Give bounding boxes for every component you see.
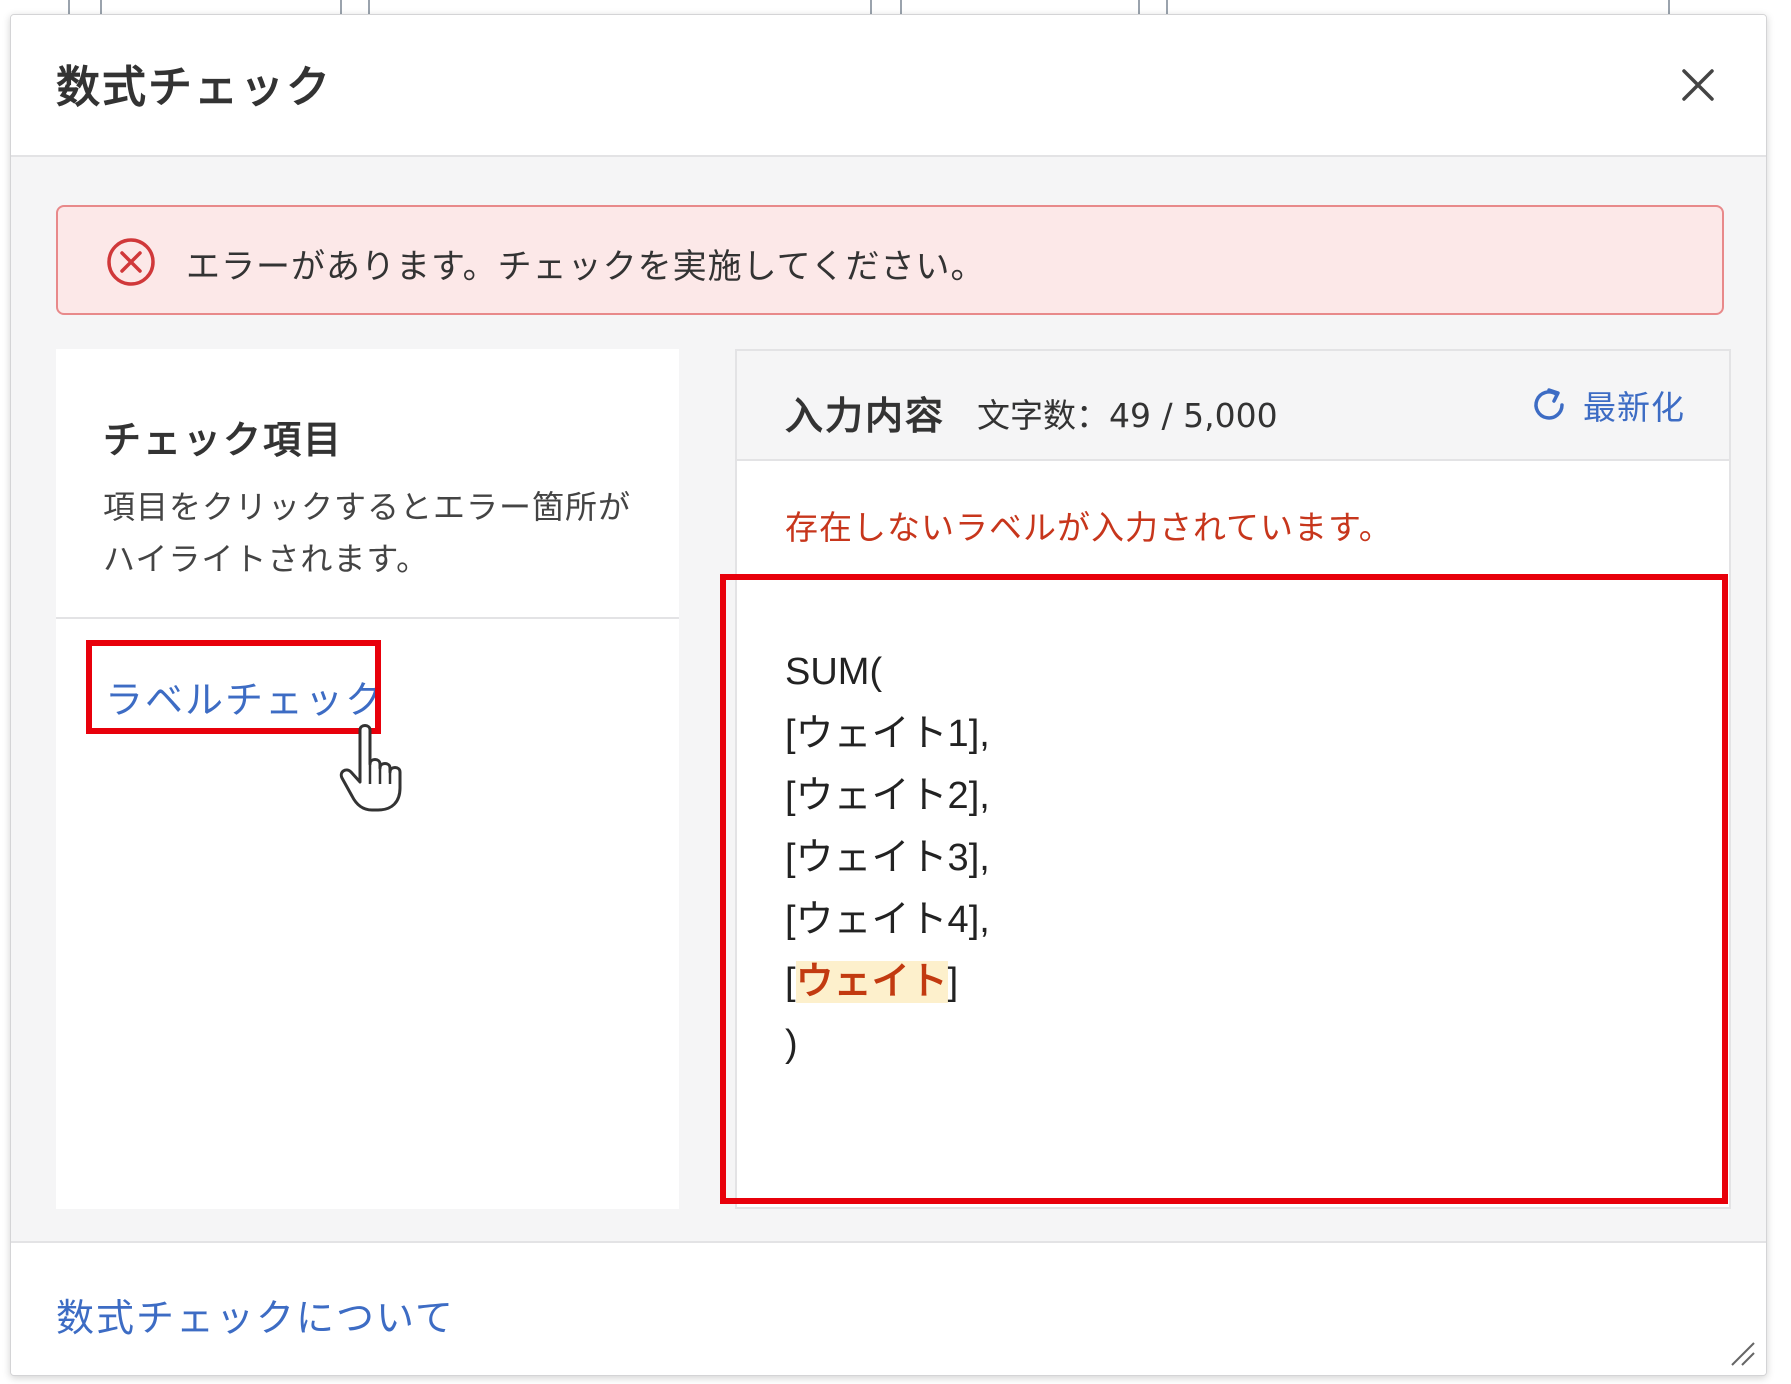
refresh-icon	[1534, 388, 1564, 420]
dialog-title: 数式チェック	[56, 62, 332, 113]
input-content-title: 入力内容	[785, 394, 946, 438]
bg-grid-line	[870, 0, 872, 14]
check-items-header: チェック項目 項目をクリックするとエラー箇所がハイライトされます。	[56, 349, 679, 619]
formula-content: SUM( [ウェイト1], [ウェイト2], [ウェイト3], [ウェイト4],…	[785, 641, 990, 1075]
check-items-description: 項目をクリックするとエラー箇所がハイライトされます。	[103, 488, 632, 578]
bracket-open: [	[785, 961, 796, 1003]
bg-grid-line	[1166, 0, 1168, 14]
resize-grip-icon[interactable]	[1728, 1339, 1756, 1367]
close-icon	[1682, 69, 1714, 101]
dialog-footer: 数式チェックについて	[11, 1241, 1766, 1375]
check-items-title: チェック項目	[103, 418, 344, 462]
close-button[interactable]	[1678, 65, 1718, 105]
formula-line: SUM(	[785, 651, 883, 693]
formula-line: )	[785, 1023, 798, 1065]
bracket-close: ]	[947, 961, 959, 1003]
formula-check-dialog: 数式チェック エラーがあります。チェックを実施してください。 チェック項目 項目…	[10, 14, 1767, 1376]
input-content-header: 入力内容 文字数：49 / 5,000 最新化	[737, 351, 1729, 461]
bg-grid-line	[1668, 0, 1670, 14]
error-banner: エラーがあります。チェックを実施してください。	[56, 205, 1724, 315]
input-content-panel: 入力内容 文字数：49 / 5,000 最新化 存在しないラベルが入力されていま…	[735, 349, 1731, 1209]
formula-line: [ウェイト1],	[785, 713, 990, 755]
highlighted-error-label: ウェイト	[795, 961, 948, 1003]
formula-line-error: [ウェイト]	[785, 951, 990, 1013]
error-banner-text: エラーがあります。チェックを実施してください。	[186, 247, 986, 287]
formula-line: [ウェイト3],	[785, 837, 990, 879]
refresh-button[interactable]: 最新化	[1529, 383, 1685, 427]
char-count: 文字数：49 / 5,000	[977, 396, 1278, 435]
hand-pointer-icon	[339, 724, 402, 812]
bg-grid-line	[68, 0, 70, 14]
formula-line: [ウェイト4],	[785, 899, 990, 941]
refresh-label: 最新化	[1583, 388, 1685, 427]
formula-line: [ウェイト2],	[785, 775, 990, 817]
validation-error-message: 存在しないラベルが入力されています。	[785, 508, 1393, 547]
bg-grid-line	[100, 0, 102, 14]
bg-grid-line	[1138, 0, 1140, 14]
about-formula-check-link[interactable]: 数式チェックについて	[56, 1287, 455, 1342]
bg-grid-line	[340, 0, 342, 14]
error-circle-x-icon	[107, 238, 155, 286]
check-item-label-check[interactable]: ラベルチェック	[105, 669, 385, 724]
bg-grid-line	[900, 0, 902, 14]
dialog-header: 数式チェック	[11, 15, 1766, 157]
bg-grid-line	[368, 0, 370, 14]
